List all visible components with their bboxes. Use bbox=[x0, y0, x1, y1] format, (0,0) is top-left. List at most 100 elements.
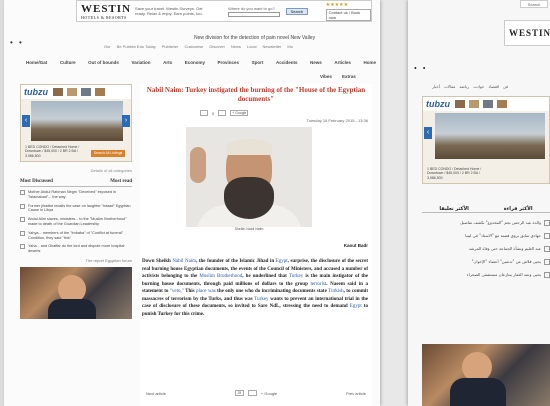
pager-like-button[interactable] bbox=[247, 390, 257, 396]
ad-destination-input[interactable] bbox=[227, 11, 280, 17]
list-item-text: Abdul Alim slaves, ministers... to the "… bbox=[28, 217, 127, 226]
nav-item[interactable]: Provinces bbox=[218, 60, 240, 68]
utility-link[interactable]: Discover bbox=[209, 44, 225, 49]
arabic-news-photo[interactable] bbox=[422, 344, 550, 406]
nav-item[interactable]: Sport bbox=[252, 60, 264, 68]
nav-item[interactable]: Out of bounds bbox=[88, 60, 119, 68]
article-pager: Next article 25 + Google Prev article bbox=[140, 390, 372, 396]
arabic-westin-ad[interactable]: WESTIN bbox=[504, 20, 550, 46]
list-number-box bbox=[20, 203, 25, 209]
subnav-item[interactable]: Extras bbox=[342, 74, 356, 79]
list-item[interactable]: Yahya... members of the "Imbaba" of "Con… bbox=[20, 230, 132, 241]
list-item[interactable]: Former jihadist recalls the case on laug… bbox=[20, 203, 132, 214]
tubzu-next-arrow-icon[interactable]: › bbox=[122, 115, 130, 127]
utility-link[interactable]: Publisher bbox=[162, 44, 179, 49]
share-count: 0 bbox=[212, 110, 215, 116]
share-button[interactable] bbox=[200, 110, 208, 116]
utility-link[interactable]: Local bbox=[247, 44, 257, 49]
next-article-link[interactable]: Prev article bbox=[346, 391, 366, 396]
arabic-nav-item[interactable]: فن bbox=[503, 84, 508, 89]
arabic-nav-item[interactable]: مقالات bbox=[444, 84, 455, 89]
photo-hand bbox=[190, 147, 206, 183]
nav-item[interactable]: Arts bbox=[163, 60, 172, 68]
body-link[interactable]: Muslim Brotherhood bbox=[199, 274, 242, 279]
nav-item[interactable]: Home/Gat bbox=[26, 60, 47, 68]
nav-item[interactable]: Culture bbox=[60, 60, 76, 68]
ad-destination-field[interactable]: Where do you want to go? bbox=[227, 6, 280, 17]
prev-article-link[interactable]: Next article bbox=[146, 391, 166, 396]
utility-link[interactable]: Mo bbox=[287, 44, 293, 49]
utility-link[interactable]: Our bbox=[104, 44, 111, 49]
arabic-nav-item[interactable]: حوادث bbox=[473, 84, 484, 89]
tubzu-ad[interactable]: tubzu ‹ › 1 BED CONDO / Detached Home / … bbox=[20, 84, 132, 162]
article-page: WESTIN HOTELS & RESORTS Save your travel… bbox=[4, 0, 380, 406]
utility-link[interactable]: Newsletter bbox=[262, 44, 281, 49]
ad-book-button[interactable]: Contact us / Book now bbox=[325, 8, 371, 21]
tubzu-prev-arrow-icon[interactable]: ‹ bbox=[22, 115, 30, 127]
body-link[interactable]: Turkey bbox=[289, 274, 303, 279]
arabic-tab[interactable]: الأكثر تعليقا bbox=[439, 206, 469, 212]
nav-item[interactable]: Articles bbox=[334, 60, 351, 68]
nav-item[interactable]: Variation bbox=[132, 60, 151, 68]
top-banner-ad[interactable]: WESTIN HOTELS & RESORTS Save your travel… bbox=[76, 0, 372, 22]
person-suit bbox=[48, 298, 96, 319]
nav-item[interactable]: Economy bbox=[185, 60, 205, 68]
list-item[interactable]: جهادي سابق يروي قصته مع "الاستاذ" في ليب… bbox=[426, 233, 550, 239]
body-link[interactable]: terrorist bbox=[310, 282, 326, 287]
list-item[interactable]: والدة عبد الرحمن نجم "المخدوع" تكشف تفاص… bbox=[426, 220, 550, 226]
ad-copy: Save your travel. Westin Surveys. Get re… bbox=[135, 6, 203, 16]
body-link[interactable]: Turkish bbox=[328, 289, 343, 294]
like-button[interactable] bbox=[218, 110, 227, 116]
tubzu-cta-button[interactable]: Search All Listings bbox=[91, 150, 125, 157]
photo-caption: Sheikh Nabil Naim bbox=[234, 227, 264, 231]
article-body: Down Sheikh Nabil Naim, the founder of t… bbox=[140, 258, 372, 318]
body-link[interactable]: Egypt bbox=[276, 259, 288, 264]
body-link[interactable]: Turkey bbox=[254, 297, 268, 302]
window-dots-icon: • • bbox=[414, 64, 428, 73]
list-item[interactable]: Mother Abdul Rahman Negm "Deceived" expo… bbox=[20, 190, 132, 200]
tubzu-prev-arrow-icon[interactable]: ‹ bbox=[424, 127, 432, 139]
tab-most-read[interactable]: Most read bbox=[110, 179, 132, 184]
tubzu-listing-photo bbox=[31, 101, 123, 141]
article-title: Nabil Naim: Turkey instigated the burnin… bbox=[146, 86, 366, 103]
subnav-item[interactable]: Vibes bbox=[320, 74, 332, 79]
utility-link[interactable]: News bbox=[231, 44, 241, 49]
tubzu-header: tubzu bbox=[21, 85, 131, 99]
list-number-box bbox=[544, 259, 550, 265]
pager-count[interactable]: 25 bbox=[234, 390, 244, 396]
pager-google-button[interactable]: + Google bbox=[261, 391, 277, 396]
nav-item[interactable]: Home bbox=[363, 60, 376, 68]
arabic-nav-item[interactable]: رياضة bbox=[459, 84, 469, 89]
body-link[interactable]: Nabil Naim bbox=[172, 259, 196, 264]
site-tagline: New division for the detection of pain n… bbox=[194, 35, 316, 41]
body-link[interactable]: "veto," bbox=[170, 289, 184, 294]
google-plus-button[interactable]: + Google bbox=[230, 110, 249, 116]
arabic-top-button[interactable]: Search bbox=[520, 0, 548, 8]
screenshot-stage: WESTIN HOTELS & RESORTS Save your travel… bbox=[0, 0, 550, 406]
list-item-text: يحيى وعبد الغفار يتنازعان مستشفى الصحراء bbox=[466, 272, 541, 277]
arabic-tab[interactable]: الأكثر قراءة bbox=[504, 206, 533, 212]
tab-most-discussed[interactable]: Most Discussed bbox=[20, 179, 53, 184]
tubzu-logo: tubzu bbox=[24, 87, 48, 97]
arabic-nav-item[interactable]: أخبار bbox=[432, 84, 440, 89]
list-item[interactable]: Abdul Alim slaves, ministers... to the "… bbox=[20, 217, 132, 227]
list-item[interactable]: Yaha... and Ghaffar do the lord and disp… bbox=[20, 244, 132, 254]
list-item[interactable]: يحيى قلاش عن "تدشين" أعضاء "الإخوان" bbox=[426, 259, 550, 265]
sidebar-more-link[interactable]: The report Egyptian forum bbox=[20, 258, 132, 263]
ad-search-button[interactable]: Search bbox=[285, 7, 308, 15]
sidebar-news-photo[interactable] bbox=[20, 266, 132, 319]
list-number-box bbox=[544, 272, 550, 278]
tubzu-listing-photo bbox=[435, 113, 545, 159]
list-item[interactable]: عبد العليم ونشأة الجماعة حتى وفاة المرشد bbox=[426, 246, 550, 252]
arabic-nav-item[interactable]: اقتصاد bbox=[488, 84, 499, 89]
utility-link[interactable]: Be Publish Edu Today bbox=[117, 44, 156, 49]
nav-item[interactable]: News bbox=[310, 60, 322, 68]
article-byline: Kaout Badr bbox=[343, 243, 368, 248]
list-item[interactable]: يحيى وعبد الغفار يتنازعان مستشفى الصحراء bbox=[426, 272, 550, 278]
nav-item[interactable]: Accidents bbox=[276, 60, 298, 68]
list-item-text: يحيى قلاش عن "تدشين" أعضاء "الإخوان" bbox=[471, 259, 541, 264]
body-link[interactable]: place was bbox=[196, 289, 216, 294]
utility-link[interactable]: Customise bbox=[184, 44, 203, 49]
body-link[interactable]: Egypt bbox=[350, 304, 362, 309]
arabic-tubzu-ad[interactable]: tubzu ‹ 1 BED CONDO / Detached Home / Do… bbox=[422, 96, 550, 184]
